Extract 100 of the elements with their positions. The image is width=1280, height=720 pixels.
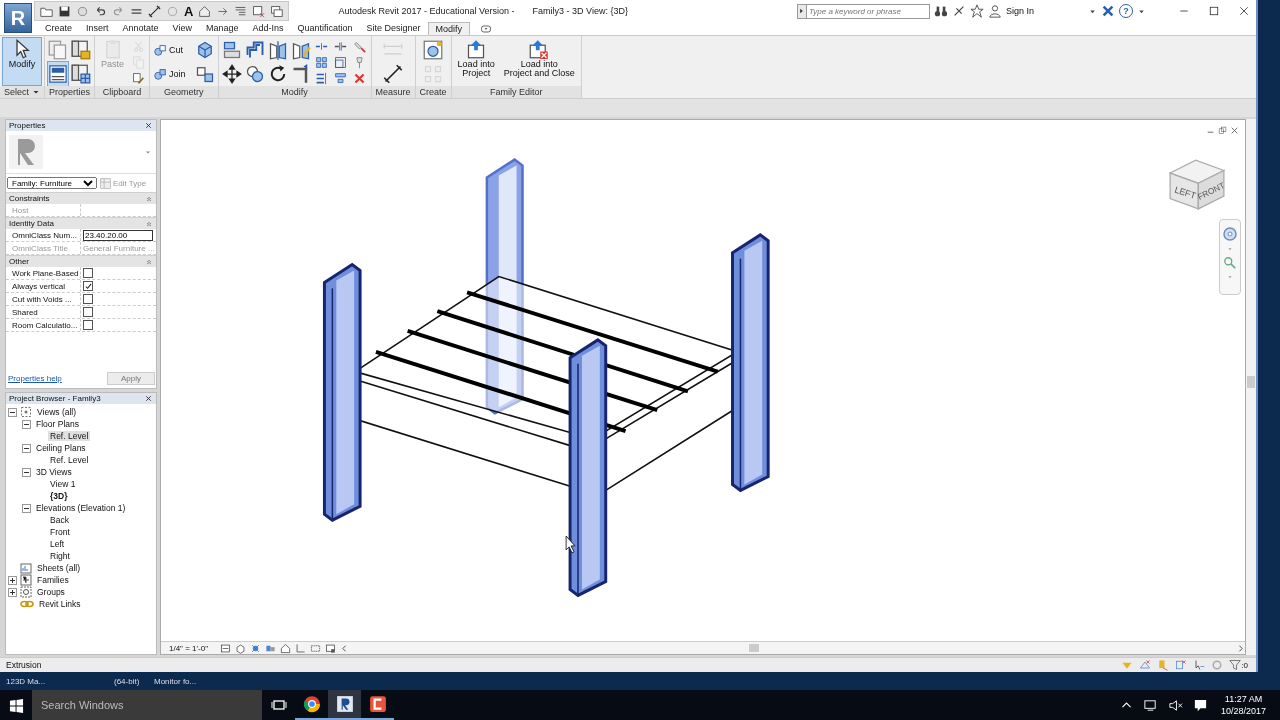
tree-item[interactable]: {3D}	[48, 491, 70, 501]
search-field[interactable]: Search Windows	[32, 690, 262, 720]
face-select-icon	[1175, 659, 1188, 671]
ribbon-tab[interactable]: Quantification	[290, 22, 360, 35]
ribbon-button[interactable]: Modify	[3, 38, 41, 85]
view-scale[interactable]: 1/4" = 1'-0"	[169, 643, 208, 653]
desktop-icon-label[interactable]: (64-bit)	[114, 676, 154, 686]
scrollbar-thumb[interactable]	[1247, 376, 1255, 389]
properties-help-link[interactable]: Properties help	[8, 374, 62, 383]
tree-item[interactable]: Groups	[35, 587, 67, 597]
window-list-button[interactable]	[48, 62, 69, 86]
tree-item[interactable]: Ref. Level	[48, 455, 91, 465]
array-grid-icon	[315, 55, 329, 69]
ribbon-button[interactable]: Cut	[153, 38, 192, 62]
ribbon-tab[interactable]: Site Designer	[359, 22, 428, 35]
tree-item[interactable]: 3D Views	[34, 467, 74, 477]
load-close-icon	[529, 39, 550, 59]
expand-arrow-icon	[797, 6, 805, 16]
tree-item[interactable]: Floor Plans	[34, 419, 81, 429]
scale-box-icon	[334, 55, 348, 69]
property-label: Room Calculatio...	[11, 320, 79, 330]
ribbon-button[interactable]: Join	[153, 62, 192, 86]
checkbox[interactable]	[83, 268, 93, 278]
taskbar-app[interactable]	[328, 690, 361, 720]
tree-item[interactable]: View 1	[48, 479, 78, 489]
align-bars-icon	[334, 71, 348, 85]
panel-label: Modify	[281, 87, 308, 97]
text-tool-button[interactable]: A	[184, 3, 194, 19]
underlay-select-icon	[1139, 659, 1152, 671]
ribbon-button[interactable]: Load into Project	[454, 38, 498, 85]
group-header: Identity Data	[9, 219, 54, 228]
type-selector[interactable]: Family: Furniture	[7, 177, 97, 189]
ribbon-tab[interactable]: Create	[38, 22, 79, 35]
panel-label: Family Editor	[489, 87, 543, 97]
ribbon-tab[interactable]: Insert	[79, 22, 116, 35]
tree-item[interactable]: Views (all)	[35, 407, 79, 417]
collapse-icon[interactable]	[22, 419, 31, 429]
desktop-icon-label[interactable]: 123D Ma...	[6, 676, 114, 686]
tree-item[interactable]: Back	[48, 515, 71, 525]
tree-item[interactable]: Ref. Level	[48, 431, 91, 441]
scale-box-button[interactable]	[332, 54, 349, 70]
application-menu-button[interactable]: R	[4, 3, 32, 33]
edit-type-icon	[100, 177, 111, 189]
ribbon-tab[interactable]: Manage	[198, 22, 246, 35]
ribbon-tab[interactable]: View	[165, 22, 199, 35]
tree-item[interactable]: Front	[48, 527, 72, 537]
collapse-icon[interactable]	[22, 467, 31, 477]
binoculars-icon	[933, 4, 948, 18]
desktop-icon-label[interactable]: Monitor fo...	[154, 676, 197, 686]
window-grid-button[interactable]	[71, 62, 92, 86]
search-field[interactable]: Type a keyword or phrase	[805, 4, 929, 18]
collapse-icon[interactable]	[8, 407, 17, 417]
drag-select-icon	[1193, 659, 1206, 671]
tree-item[interactable]: Sheets (all)	[35, 563, 82, 573]
sign-in-link[interactable]: Sign In	[1005, 6, 1034, 16]
panel-label: Clipboard	[102, 87, 142, 97]
tree-item[interactable]: Left	[48, 539, 67, 549]
task-view-icon	[270, 697, 287, 713]
move-arrows-button[interactable]	[221, 62, 242, 86]
panel-label: Measure	[375, 87, 411, 97]
expand-icon[interactable]	[8, 587, 17, 597]
caret-icon	[1227, 274, 1233, 280]
ribbon-tab[interactable]: Annotate	[115, 22, 166, 35]
close-icon	[1238, 5, 1250, 17]
tree-item[interactable]: Revit Links	[37, 599, 83, 609]
checkbox[interactable]	[83, 294, 93, 304]
paint-brush-button[interactable]	[130, 70, 147, 86]
property-label: Always vertical	[11, 281, 66, 291]
tree-item[interactable]: Families	[35, 575, 71, 585]
app-tile-icon	[368, 695, 387, 713]
mirror-axis-button[interactable]	[267, 38, 288, 62]
window-title: Autodesk Revit 2017 - Educational Version -	[338, 6, 515, 16]
tree-item[interactable]: Right	[48, 551, 72, 561]
ribbon-button[interactable]: Load into Project and Close	[500, 38, 578, 85]
window-folder-button[interactable]	[71, 38, 92, 62]
collapse-icon[interactable]	[22, 443, 31, 453]
crop-icon	[295, 642, 306, 654]
speaker-muted-icon	[1167, 697, 1183, 713]
tree-item[interactable]: Elevations (Elevation 1)	[34, 503, 128, 513]
align-bars-button[interactable]	[332, 70, 349, 86]
expand-icon[interactable]	[8, 575, 17, 585]
collapse-icon[interactable]	[22, 503, 31, 513]
filter-icon	[1229, 659, 1242, 671]
scroll-right-icon	[1236, 643, 1245, 653]
checkbox[interactable]	[83, 320, 93, 330]
caret-icon[interactable]	[32, 88, 40, 96]
dimension-icon	[148, 4, 161, 18]
collapse-chevron-icon	[145, 219, 153, 228]
group-header: Constraints	[9, 194, 50, 203]
ribbon-tab[interactable]: Add-Ins	[245, 22, 291, 35]
delete-icon	[353, 71, 367, 85]
scrollbar-thumb[interactable]	[748, 644, 759, 652]
move-arrows-icon	[221, 64, 242, 84]
checkbox[interactable]	[83, 281, 93, 291]
checkbox[interactable]	[83, 307, 93, 317]
ribbon-tab[interactable]: Modify	[427, 22, 471, 35]
tree-item[interactable]: Ceiling Plans	[34, 443, 88, 453]
property-field[interactable]: 23.40.20.00	[83, 229, 153, 241]
array-grid-button[interactable]	[313, 54, 330, 70]
panel-toggle-button[interactable]	[480, 22, 493, 35]
